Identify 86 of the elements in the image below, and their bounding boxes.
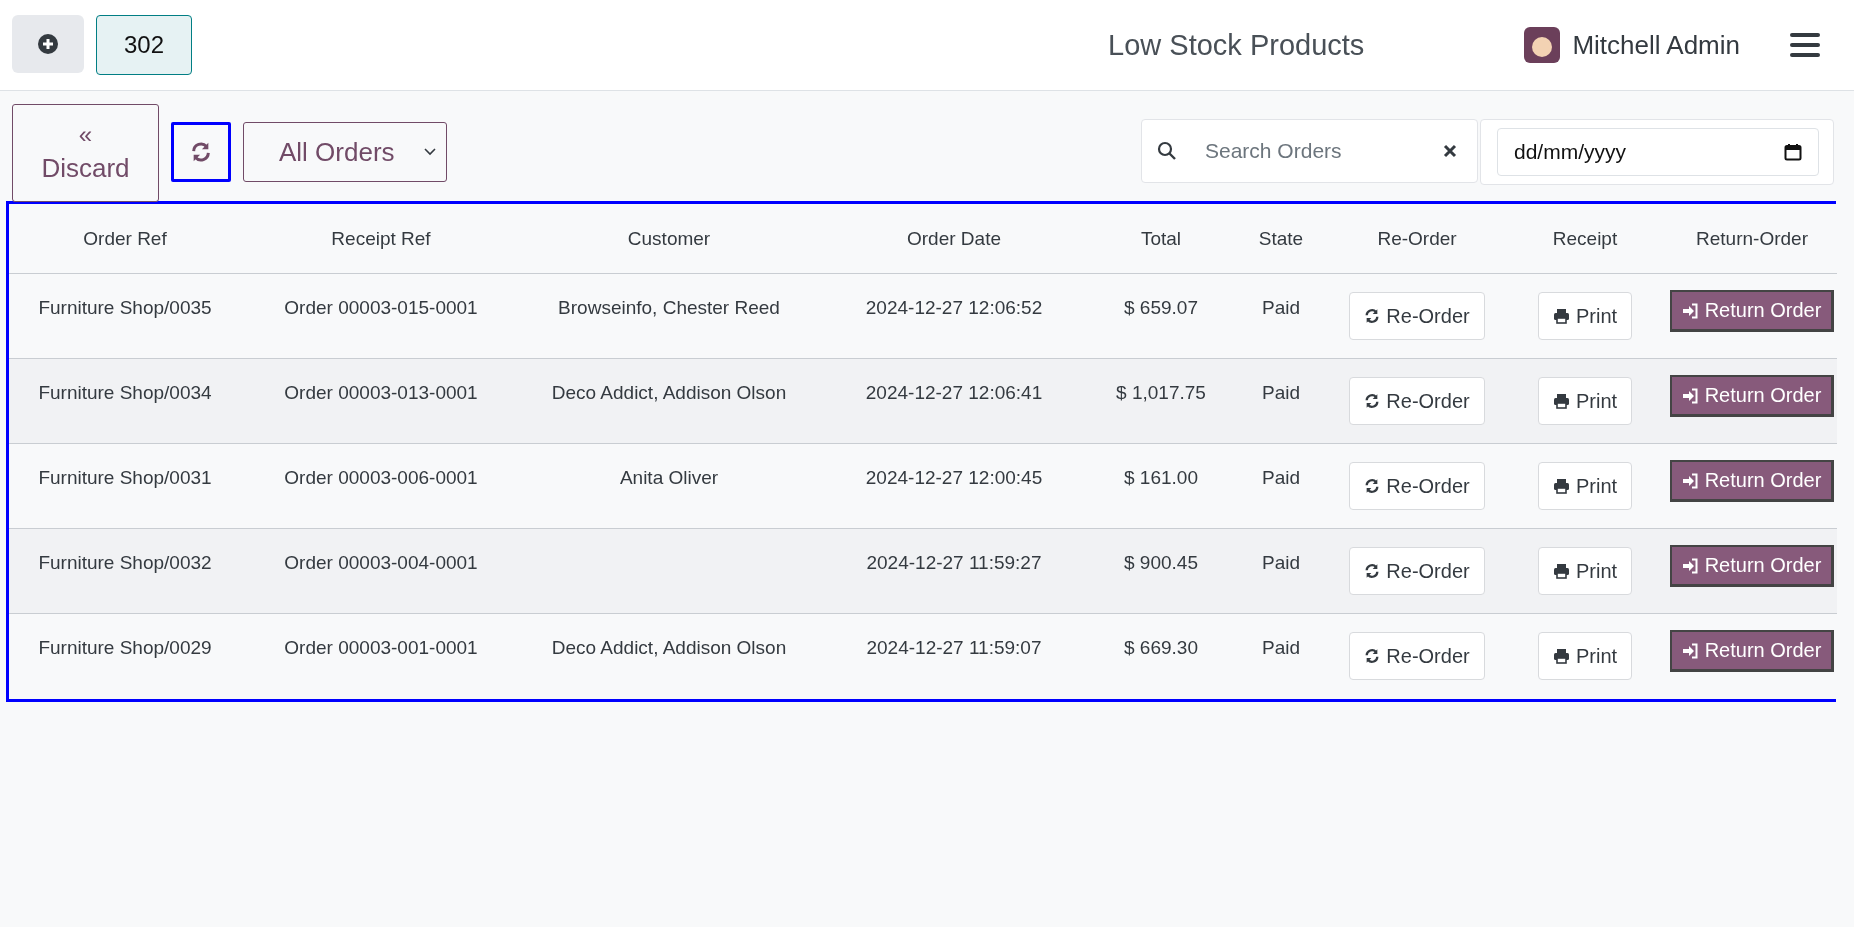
avatar-icon <box>1524 27 1561 63</box>
print-button[interactable]: Print <box>1537 632 1633 680</box>
table-cell: Furniture Shop/0029 <box>38 637 212 658</box>
reorder-button[interactable]: Re-Order <box>1349 292 1485 340</box>
table-cell: $ 161.00 <box>1124 467 1198 488</box>
sign-in-icon <box>1681 472 1699 489</box>
column-header: Receipt <box>1552 227 1618 249</box>
print-button[interactable]: Print <box>1537 462 1633 510</box>
table-cell: Furniture Shop/0034 <box>38 382 212 403</box>
calendar-icon <box>1784 143 1802 161</box>
table-cell: Furniture Shop/0032 <box>38 552 212 573</box>
search-icon <box>1157 141 1177 161</box>
column-header: Order Ref <box>83 227 167 249</box>
search-field[interactable]: Search Orders <box>1203 138 1417 164</box>
table-cell: 2024-12-27 12:00:45 <box>865 467 1043 488</box>
page-title: Low Stock Products <box>1108 28 1365 62</box>
caret-icon <box>424 148 436 156</box>
table-cell: Paid <box>1262 637 1300 658</box>
table-cell: Paid <box>1262 552 1300 573</box>
refresh-icon <box>1364 648 1381 664</box>
table-cell: Furniture Shop/0035 <box>38 297 212 318</box>
refresh-icon <box>1364 393 1381 409</box>
return-order-button[interactable]: Return Order <box>1669 375 1835 417</box>
sign-in-icon <box>1681 302 1699 319</box>
sign-in-icon <box>1681 557 1699 574</box>
user-name[interactable]: Mitchell Admin <box>1572 29 1740 61</box>
table-cell: Order 00003-015-0001 <box>284 297 478 318</box>
printer-icon <box>1552 563 1570 579</box>
table-cell: Deco Addict, Addison Olson <box>551 637 787 658</box>
table-cell: Furniture Shop/0031 <box>38 467 212 488</box>
menu-icon[interactable] <box>1790 32 1820 58</box>
print-button[interactable]: Print <box>1537 547 1633 595</box>
refresh-icon <box>190 141 212 163</box>
reorder-button[interactable]: Re-Order <box>1349 547 1485 595</box>
table-cell: 2024-12-27 12:06:52 <box>865 297 1043 318</box>
table-cell: Browseinfo, Chester Reed <box>558 297 780 318</box>
table-cell: $ 659.07 <box>1124 297 1198 318</box>
table-cell: Anita Oliver <box>619 467 719 488</box>
column-header: Customer <box>627 227 711 249</box>
table-cell: Deco Addict, Addison Olson <box>551 382 787 403</box>
table-cell: 2024-12-27 11:59:07 <box>866 637 1042 658</box>
table-cell: 2024-12-27 11:59:27 <box>866 552 1042 573</box>
column-header: Re-Order <box>1377 227 1457 249</box>
printer-icon <box>1552 308 1570 324</box>
table-cell: Paid <box>1262 467 1300 488</box>
order-count-button[interactable]: 302 <box>96 15 192 75</box>
table-cell: Order 00003-001-0001 <box>284 637 478 658</box>
table-cell: $ 669.30 <box>1124 637 1198 658</box>
return-order-button[interactable]: Return Order <box>1669 630 1835 672</box>
print-button[interactable]: Print <box>1537 377 1633 425</box>
plus-circle-icon <box>38 34 58 54</box>
return-order-button[interactable]: Return Order <box>1669 460 1835 502</box>
column-header: Receipt Ref <box>331 227 431 249</box>
return-order-button[interactable]: Return Order <box>1669 290 1835 332</box>
table-cell: $ 1,017.75 <box>1116 382 1206 403</box>
table-cell: Paid <box>1262 382 1300 403</box>
table-cell: Order 00003-013-0001 <box>284 382 478 403</box>
date-field[interactable]: dd/mm/yyyy <box>1497 128 1819 176</box>
new-order-button[interactable] <box>12 15 84 73</box>
order-filter-dropdown[interactable]: All Orders <box>243 122 447 182</box>
reorder-button[interactable]: Re-Order <box>1349 462 1485 510</box>
table-cell: Order 00003-004-0001 <box>284 552 478 573</box>
print-button[interactable]: Print <box>1537 292 1633 340</box>
column-header: Order Date <box>907 227 1001 249</box>
printer-icon <box>1552 478 1570 494</box>
column-header: Return-Order <box>1696 227 1808 249</box>
reorder-button[interactable]: Re-Order <box>1349 377 1485 425</box>
table-cell: 2024-12-27 12:06:41 <box>865 382 1043 403</box>
sign-in-icon <box>1681 387 1699 404</box>
refresh-button[interactable] <box>171 122 231 182</box>
search-box[interactable]: Search Orders <box>1141 119 1478 183</box>
sign-in-icon <box>1681 642 1699 659</box>
table-cell: Paid <box>1262 297 1300 318</box>
printer-icon <box>1552 393 1570 409</box>
clear-icon[interactable] <box>1443 144 1457 158</box>
printer-icon <box>1552 648 1570 664</box>
reorder-button[interactable]: Re-Order <box>1349 632 1485 680</box>
refresh-icon <box>1364 308 1381 324</box>
column-header: Total <box>1140 227 1182 249</box>
table-cell: $ 900.45 <box>1124 552 1198 573</box>
table-cell: Order 00003-006-0001 <box>284 467 478 488</box>
column-header: State <box>1258 227 1304 249</box>
return-order-button[interactable]: Return Order <box>1669 545 1835 587</box>
refresh-icon <box>1364 478 1381 494</box>
refresh-icon <box>1364 563 1381 579</box>
discard-button[interactable]: « Discard <box>12 104 159 202</box>
